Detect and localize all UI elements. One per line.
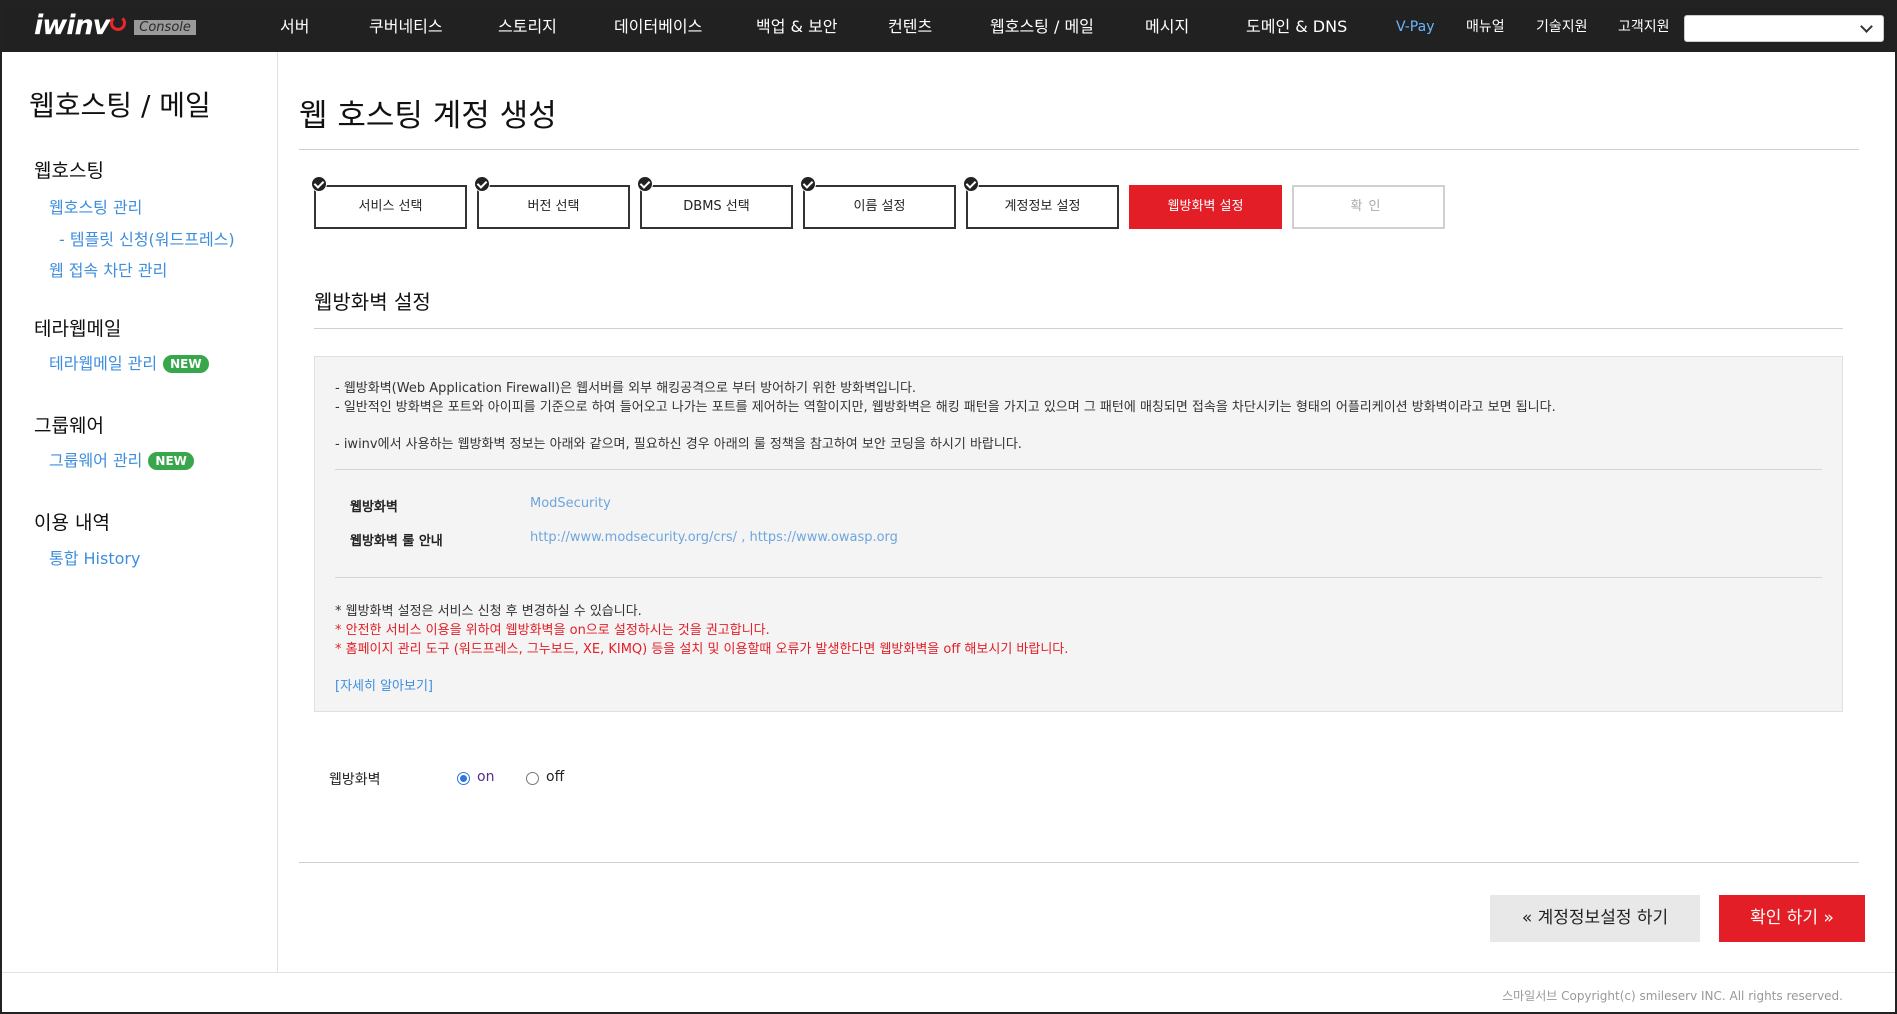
info-line: - 웹방화벽(Web Application Firewall)은 웹서버를 외… <box>335 381 917 396</box>
step-account-info-setting: 계정정보 설정 <box>963 176 1119 229</box>
check-icon <box>800 176 816 192</box>
firewall-off-radio[interactable] <box>526 772 539 785</box>
step-label: 이름 설정 <box>853 199 906 214</box>
chevron-down-icon <box>1860 20 1873 33</box>
section-title: 웹방화벽 설정 <box>314 290 431 314</box>
note-line-red: * 안전한 서비스 이용을 위하여 웹방화벽을 on으로 설정하시는 것을 권고… <box>335 623 770 638</box>
step-label: 서비스 선택 <box>358 199 423 214</box>
sidebar-item-web-access-block[interactable]: 웹 접속 차단 관리 <box>49 257 167 281</box>
firewall-on-label[interactable]: on <box>477 769 494 785</box>
sidebar-item-webhosting-manage[interactable]: 웹호스팅 관리 <box>49 194 142 218</box>
sidebar-item-label: 그룹웨어 관리 <box>49 451 143 470</box>
step-name-setting: 이름 설정 <box>800 176 956 229</box>
firewall-info-box: - 웹방화벽(Web Application Firewall)은 웹서버를 외… <box>314 356 1843 712</box>
nav-tech-support[interactable]: 기술지원 <box>1536 2 1588 52</box>
info-line: - iwinv에서 사용하는 웹방화벽 정보는 아래와 같으며, 필요하신 경우… <box>335 437 1022 452</box>
footer: 스마일서브 Copyright(c) smileserv INC. All ri… <box>2 972 1895 1012</box>
check-icon <box>963 176 979 192</box>
nav-message[interactable]: 메시지 <box>1145 2 1189 52</box>
console-label: Console <box>134 20 196 35</box>
bottom-divider <box>299 862 1859 863</box>
step-label: 웹방화벽 설정 <box>1167 199 1244 214</box>
smile-icon <box>110 15 127 31</box>
firewall-on-radio[interactable] <box>457 772 470 785</box>
firewall-rules-label: 웹방화벽 룰 안내 <box>350 534 443 549</box>
learn-more-link[interactable]: [자세히 알아보기] <box>335 675 433 694</box>
firewall-rules-links[interactable]: http://www.modsecurity.org/crs/ , https:… <box>530 530 898 545</box>
step-confirm: 확인 <box>1292 185 1445 229</box>
step-label: 버전 선택 <box>527 199 580 214</box>
nav-webhosting-mail[interactable]: 웹호스팅 / 메일 <box>990 2 1094 52</box>
info-divider <box>335 577 1822 578</box>
confirm-button[interactable]: 확인 하기 » <box>1719 895 1865 942</box>
step-label: 계정정보 설정 <box>1004 199 1081 214</box>
sidebar-item-history[interactable]: 통합 History <box>49 545 140 569</box>
check-icon <box>474 176 490 192</box>
logo-text: iwinv <box>34 10 110 41</box>
nav-database[interactable]: 데이터베이스 <box>614 2 702 52</box>
firewall-value: ModSecurity <box>530 496 611 511</box>
sidebar-item-label: 테라웹메일 관리 <box>49 354 158 373</box>
iwinv-logo[interactable]: iwinv Console <box>34 10 196 41</box>
step-firewall-setting: 웹방화벽 설정 <box>1129 185 1282 229</box>
step-service-select: 서비스 선택 <box>311 176 467 229</box>
sidebar-item-groupware-manage[interactable]: 그룹웨어 관리 NEW <box>49 447 194 471</box>
sidebar-heading-terawebmail: 테라웹메일 <box>34 318 122 340</box>
step-version-select: 버전 선택 <box>474 176 630 229</box>
nav-storage[interactable]: 스토리지 <box>498 2 557 52</box>
firewall-label: 웹방화벽 <box>350 500 398 515</box>
page-title: 웹 호스팅 계정 생성 <box>299 98 557 134</box>
sidebar-item-template-wordpress[interactable]: - 템플릿 신청(워드프레스) <box>59 226 235 250</box>
section-divider <box>314 328 1843 329</box>
sidebar: 웹호스팅 / 메일 웹호스팅 웹호스팅 관리 - 템플릿 신청(워드프레스) 웹… <box>2 52 278 972</box>
title-divider <box>299 149 1859 150</box>
step-dbms-select: DBMS 선택 <box>637 176 793 229</box>
nav-vpay[interactable]: V-Pay <box>1396 2 1435 52</box>
nav-domain-dns[interactable]: 도메인 & DNS <box>1246 2 1347 52</box>
info-line: - 일반적인 방화벽은 포트와 아이피를 기준으로 하여 들어오고 나가는 포트… <box>335 400 1556 415</box>
account-select[interactable] <box>1684 15 1884 42</box>
check-icon <box>637 176 653 192</box>
new-badge: NEW <box>163 355 209 373</box>
info-divider <box>335 469 1822 470</box>
step-label: DBMS 선택 <box>683 199 750 214</box>
top-navigation-bar: iwinv Console 서버 쿠버네티스 스토리지 데이터베이스 백업 & … <box>2 2 1895 52</box>
new-badge: NEW <box>148 452 194 470</box>
nav-customer-support[interactable]: 고객지원 <box>1618 2 1670 52</box>
copyright-text: 스마일서브 Copyright(c) smileserv INC. All ri… <box>1502 989 1843 1003</box>
note-line-red: * 홈페이지 관리 도구 (워드프레스, 그누보드, XE, KIMQ) 등을 … <box>335 642 1069 657</box>
nav-server[interactable]: 서버 <box>280 2 309 52</box>
note-line: * 웹방화벽 설정은 서비스 신청 후 변경하실 수 있습니다. <box>335 604 642 619</box>
nav-kubernetes[interactable]: 쿠버네티스 <box>369 2 443 52</box>
sidebar-heading-webhosting: 웹호스팅 <box>34 160 104 182</box>
sidebar-heading-usage: 이용 내역 <box>34 512 110 534</box>
sidebar-heading-groupware: 그룹웨어 <box>34 415 104 437</box>
firewall-off-label[interactable]: off <box>546 769 564 785</box>
firewall-radio-label: 웹방화벽 <box>329 772 381 788</box>
sidebar-title: 웹호스팅 / 메일 <box>29 89 211 122</box>
nav-backup-security[interactable]: 백업 & 보안 <box>756 2 838 52</box>
check-icon <box>311 176 327 192</box>
sidebar-item-terawebmail-manage[interactable]: 테라웹메일 관리 NEW <box>49 350 209 374</box>
nav-contents[interactable]: 컨텐츠 <box>888 2 932 52</box>
prev-step-button[interactable]: « 계정정보설정 하기 <box>1490 895 1700 942</box>
step-label: 확인 <box>1350 199 1387 214</box>
nav-manual[interactable]: 매뉴얼 <box>1466 2 1505 52</box>
